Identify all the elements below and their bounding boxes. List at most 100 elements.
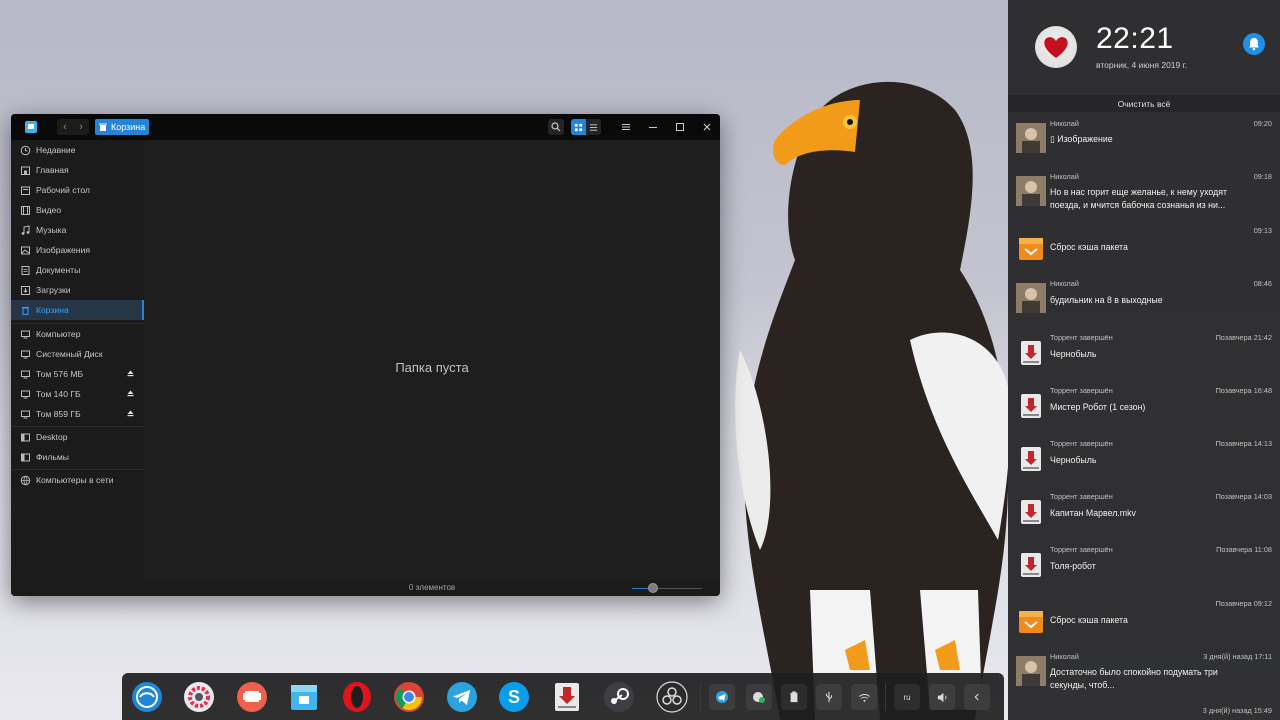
eagle-image (735, 81, 1011, 720)
notification-item[interactable]: Торрент завершён Позавчера 14:03 Капитан… (1008, 489, 1280, 542)
notification-item[interactable]: Торрент завершён Позавчера 11:08 Толя-ро… (1008, 542, 1280, 595)
sidebar-item-downloads[interactable]: Загрузки (11, 280, 144, 300)
torrent-icon (1021, 394, 1041, 418)
sidebar-item-documents[interactable]: Документы (11, 260, 144, 280)
sidebar-item-label: Изображения (36, 245, 91, 255)
notification-item[interactable]: Торрент завершён Позавчера 21:42 Чернобы… (1008, 330, 1280, 383)
icon-view-button[interactable] (571, 119, 586, 135)
notification-body: Мистер Робот (1 сезон) (1050, 402, 1146, 412)
document-icon (21, 265, 30, 275)
notification-app: Николай (1050, 652, 1079, 661)
notification-time: 08:46 (1253, 279, 1272, 288)
forward-button[interactable]: › (73, 119, 89, 135)
list-icon (589, 123, 598, 131)
svg-text:S: S (508, 687, 520, 707)
tray-battery[interactable] (781, 684, 807, 710)
file-manager-icon[interactable] (287, 680, 321, 714)
file-view-area[interactable]: Папка пуста (144, 140, 720, 580)
sidebar-item-recent[interactable]: Недавние (11, 140, 144, 160)
back-button[interactable]: ‹ (57, 119, 73, 135)
skype-icon[interactable]: S (497, 680, 531, 714)
sidebar-item-trash[interactable]: Корзина (11, 300, 144, 320)
sidebar-item-pictures[interactable]: Изображения (11, 240, 144, 260)
torrent-icon[interactable] (550, 680, 584, 714)
sidebar-item-network[interactable]: Компьютеры в сети (11, 470, 144, 490)
notification-body: Но в нас горит еще желанье, к нему уходя… (1050, 187, 1228, 210)
sidebar-item-music[interactable]: Музыка (11, 220, 144, 240)
maximize-button[interactable] (672, 119, 688, 135)
settings-icon[interactable] (182, 680, 216, 714)
breadcrumb[interactable]: Корзина (95, 119, 150, 135)
launcher-icon[interactable] (130, 680, 164, 714)
zoom-slider-handle[interactable] (648, 583, 658, 593)
package-icon (1019, 238, 1043, 260)
package-icon (1019, 611, 1043, 633)
notification-body: Сброс кэша пакета (1050, 615, 1128, 625)
disk-icon (21, 410, 30, 418)
eject-icon[interactable] (127, 410, 134, 417)
sidebar-item-computer[interactable]: Компьютер (11, 324, 144, 344)
eject-icon[interactable] (127, 370, 134, 377)
notification-item[interactable]: Николай 09:20 ▯ Изображение (1008, 116, 1280, 169)
presentation-icon[interactable] (235, 680, 269, 714)
notification-body: будильник на 8 в выходные (1050, 295, 1163, 305)
notification-item[interactable]: Николай 3 дня(й) назад 17:11 Достаточно … (1008, 649, 1280, 702)
sidebar-item-volume-859[interactable]: Том 859 ГБ (11, 404, 144, 424)
steam-icon[interactable] (602, 680, 636, 714)
sidebar: Недавние Главная Рабочий стол Видео Музы… (11, 140, 144, 596)
notification-item[interactable]: Позавчера 09:12 Сброс кэша пакета (1008, 596, 1280, 649)
sidebar-item-label: Недавние (36, 145, 76, 155)
chevron-left-icon (974, 693, 979, 701)
user-avatar[interactable] (1035, 26, 1077, 68)
notifications-toggle-button[interactable] (1243, 33, 1265, 55)
sidebar-item-bookmark-films[interactable]: Фильмы (11, 447, 144, 467)
notification-time: Позавчера 21:42 (1215, 333, 1272, 342)
sidebar-item-home[interactable]: Главная (11, 160, 144, 180)
notification-body: ▯ Изображение (1050, 134, 1113, 144)
telegram-icon[interactable] (445, 680, 479, 714)
dock-divider (700, 683, 701, 711)
notification-item[interactable]: 09:13 Сброс кэша пакета (1008, 223, 1280, 276)
menu-button[interactable] (618, 119, 634, 135)
sidebar-item-volume-576[interactable]: Том 576 МБ (11, 364, 144, 384)
notification-item[interactable]: Николай 08:46 будильник на 8 в выходные (1008, 276, 1280, 329)
obs-icon[interactable] (655, 680, 689, 714)
tray-expand[interactable] (964, 684, 990, 710)
clock-date: вторник, 4 июня 2019 г. (1096, 60, 1188, 70)
list-view-button[interactable] (586, 119, 601, 135)
notification-item[interactable]: Торрент завершён Позавчера 14:13 Чернобы… (1008, 436, 1280, 489)
eject-icon[interactable] (127, 390, 134, 397)
sidebar-item-system-disk[interactable]: Системный Диск (11, 344, 144, 364)
tray-usb[interactable] (816, 684, 842, 710)
search-button[interactable] (548, 119, 564, 135)
sidebar-item-video[interactable]: Видео (11, 200, 144, 220)
notification-item[interactable]: Торрент завершён Позавчера 16:48 Мистер … (1008, 383, 1280, 436)
notification-body: Чернобыль (1050, 349, 1097, 359)
chrome-icon[interactable] (392, 680, 426, 714)
sidebar-item-desktop[interactable]: Рабочий стол (11, 180, 144, 200)
tray-wifi[interactable] (851, 684, 877, 710)
sidebar-item-bookmark-desktop[interactable]: Desktop (11, 427, 144, 447)
notification-item[interactable]: 3 дня(й) назад 15:49 (1008, 703, 1280, 720)
notification-time: Позавчера 09:12 (1215, 599, 1272, 608)
tray-network-manager[interactable] (746, 684, 772, 710)
sidebar-item-volume-140[interactable]: Том 140 ГБ (11, 384, 144, 404)
notification-time: 09:20 (1253, 119, 1272, 128)
opera-icon[interactable] (340, 680, 374, 714)
clock-time: 22:21 (1096, 22, 1174, 55)
bell-icon (1249, 38, 1259, 51)
titlebar: ‹ › Корзина (11, 114, 720, 140)
breadcrumb-label: Корзина (111, 122, 146, 132)
tray-telegram[interactable] (709, 684, 735, 710)
sidebar-item-label: Компьютер (36, 329, 81, 339)
zoom-slider[interactable] (632, 588, 702, 589)
file-manager-logo-icon (25, 121, 37, 133)
minimize-button[interactable] (645, 119, 661, 135)
clear-all-button[interactable]: Очистить всё (1008, 99, 1280, 109)
tray-keyboard-layout[interactable]: ru (894, 684, 920, 710)
notification-body: Сброс кэша пакета (1050, 242, 1128, 252)
tray-volume[interactable] (929, 684, 955, 710)
notification-item[interactable]: Николай 09:18 Но в нас горит еще желанье… (1008, 169, 1280, 222)
close-button[interactable] (699, 119, 715, 135)
notification-time: 09:13 (1253, 226, 1272, 235)
